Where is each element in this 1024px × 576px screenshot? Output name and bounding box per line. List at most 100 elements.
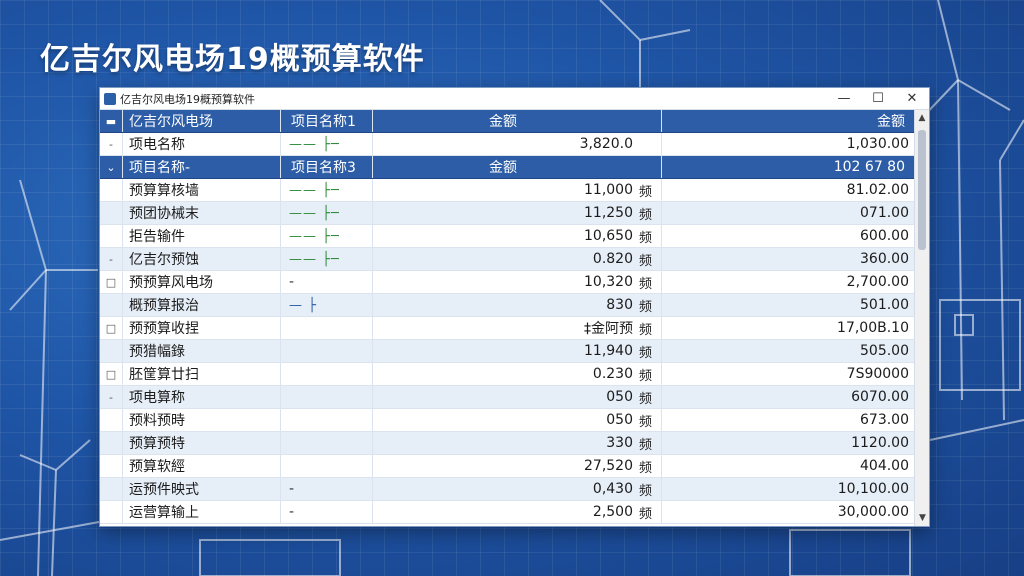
row-name-cell[interactable]: 预料预時 <box>122 409 280 431</box>
table-row[interactable]: 预算软經 27,520 频 404.00 <box>100 455 915 478</box>
row-name-cell[interactable]: 亿吉尔预蚀 <box>122 248 280 270</box>
expand-toggle-icon[interactable] <box>100 294 122 316</box>
row-name-cell[interactable]: 运预件映式 <box>122 478 280 500</box>
app-window: 亿吉尔风电场19概预算软件 — ☐ ✕ ▬ 亿吉尔风电场 项目名称1 金额 金额 - 项电名… <box>99 87 930 527</box>
table-row[interactable]: 拒告输件 —— ├─ 10,650 频 600.00 <box>100 225 915 248</box>
expand-toggle-icon[interactable] <box>100 501 122 523</box>
minimize-button[interactable]: — <box>827 88 861 110</box>
total-amount-cell[interactable]: 673.00 <box>661 409 915 431</box>
table-row[interactable]: □ 预预算收捏 ‡金阿预频 17,00B.10 <box>100 317 915 340</box>
total-amount-cell[interactable]: 金额 <box>661 110 915 132</box>
amount-cell[interactable]: 金额 <box>372 156 637 178</box>
row-name-cell[interactable]: 拒告输件 <box>122 225 280 247</box>
total-amount-cell[interactable]: 17,00B.10 <box>661 317 915 339</box>
table-row[interactable]: 预料预時 050 频 673.00 <box>100 409 915 432</box>
amount-cell[interactable]: 0.820 <box>372 248 637 270</box>
row-name-cell[interactable]: 亿吉尔风电场 <box>122 110 280 132</box>
amount-cell[interactable]: 2,500 <box>372 501 637 523</box>
amount-cell[interactable]: 3,820.0 <box>372 133 637 155</box>
expand-toggle-icon[interactable] <box>100 225 122 247</box>
expand-toggle-icon[interactable]: □ <box>100 363 122 385</box>
row-name-cell[interactable]: 预算预特 <box>122 432 280 454</box>
total-amount-cell[interactable]: 501.00 <box>661 294 915 316</box>
amount-cell[interactable]: 27,520 <box>372 455 637 477</box>
expand-toggle-icon[interactable] <box>100 478 122 500</box>
expand-toggle-icon[interactable]: ⌄ <box>100 156 122 178</box>
group-header-row[interactable]: ▬ 亿吉尔风电场 项目名称1 金额 金额 <box>100 110 915 133</box>
table-row[interactable]: - 项电名称 —— ├─ 3,820.0 1,030.00 <box>100 133 915 156</box>
amount-cell[interactable]: 10,650 <box>372 225 637 247</box>
row-name-cell[interactable]: 项电算称 <box>122 386 280 408</box>
close-button[interactable]: ✕ <box>895 88 929 110</box>
table-row[interactable]: 运营算输上 -2,500 频 30,000.00 <box>100 501 915 524</box>
row-name-cell[interactable]: 预猎幅錄 <box>122 340 280 362</box>
amount-cell[interactable]: 050 <box>372 386 637 408</box>
amount-cell[interactable]: ‡金阿预 <box>372 317 637 339</box>
scrollbar-thumb[interactable] <box>918 130 926 250</box>
row-name-cell[interactable]: 预预算风电场 <box>122 271 280 293</box>
scroll-down-icon[interactable]: ▼ <box>915 510 930 526</box>
expand-toggle-icon[interactable] <box>100 179 122 201</box>
amount-cell[interactable]: 0.230 <box>372 363 637 385</box>
row-name-cell[interactable]: 项目名称- <box>122 156 280 178</box>
row-name-cell[interactable]: 项电名称 <box>122 133 280 155</box>
expand-toggle-icon[interactable] <box>100 202 122 224</box>
table-row[interactable]: - 项电算称 050 频 6070.00 <box>100 386 915 409</box>
expand-toggle-icon[interactable] <box>100 432 122 454</box>
row-indicator-cell <box>280 409 372 431</box>
total-amount-cell[interactable]: 505.00 <box>661 340 915 362</box>
expand-toggle-icon[interactable]: - <box>100 386 122 408</box>
total-amount-cell[interactable]: 360.00 <box>661 248 915 270</box>
total-amount-cell[interactable]: 81.02.00 <box>661 179 915 201</box>
amount-cell[interactable]: 11,940 <box>372 340 637 362</box>
table-row[interactable]: 概预算报治 — ├ 830 频 501.00 <box>100 294 915 317</box>
total-amount-cell[interactable]: 10,100.00 <box>661 478 915 500</box>
table-row[interactable]: □ 预预算风电场 -10,320 频 2,700.00 <box>100 271 915 294</box>
total-amount-cell[interactable]: 7S90000 <box>661 363 915 385</box>
expand-toggle-icon[interactable]: □ <box>100 271 122 293</box>
row-name-cell[interactable]: 预预算收捏 <box>122 317 280 339</box>
total-amount-cell[interactable]: 102 67 80 <box>661 156 915 178</box>
maximize-button[interactable]: ☐ <box>861 88 895 110</box>
total-amount-cell[interactable]: 6070.00 <box>661 386 915 408</box>
scroll-up-icon[interactable]: ▲ <box>915 110 929 126</box>
expand-toggle-icon[interactable] <box>100 409 122 431</box>
table-row[interactable]: 预算预特 330 频 1120.00 <box>100 432 915 455</box>
amount-cell[interactable]: 830 <box>372 294 637 316</box>
amount-cell[interactable]: 10,320 <box>372 271 637 293</box>
total-amount-cell[interactable]: 1,030.00 <box>661 133 915 155</box>
table-row[interactable]: 预猎幅錄 11,940 频 505.00 <box>100 340 915 363</box>
row-name-cell[interactable]: 预算软經 <box>122 455 280 477</box>
total-amount-cell[interactable]: 2,700.00 <box>661 271 915 293</box>
expand-toggle-icon[interactable]: - <box>100 248 122 270</box>
table-row[interactable]: □ 胚筐算廿扫 0.230 频 7S90000 <box>100 363 915 386</box>
row-name-cell[interactable]: 运营算输上 <box>122 501 280 523</box>
expand-toggle-icon[interactable]: ▬ <box>100 110 122 132</box>
expand-toggle-icon[interactable]: - <box>100 133 122 155</box>
total-amount-cell[interactable]: 1120.00 <box>661 432 915 454</box>
amount-cell[interactable]: 330 <box>372 432 637 454</box>
expand-toggle-icon[interactable] <box>100 340 122 362</box>
table-row[interactable]: - 亿吉尔预蚀 —— ├─ 0.820 频 360.00 <box>100 248 915 271</box>
total-amount-cell[interactable]: 600.00 <box>661 225 915 247</box>
amount-cell[interactable]: 金额 <box>372 110 637 132</box>
total-amount-cell[interactable]: 071.00 <box>661 202 915 224</box>
row-name-cell[interactable]: 预团协械末 <box>122 202 280 224</box>
group-header-row[interactable]: ⌄ 项目名称- 项目名称3 金额 102 67 80 <box>100 156 915 179</box>
row-name-cell[interactable]: 胚筐算廿扫 <box>122 363 280 385</box>
unit-cell <box>637 156 661 178</box>
table-row[interactable]: 预算算核墙 —— ├─ 11,000 频 81.02.00 <box>100 179 915 202</box>
amount-cell[interactable]: 0,430 <box>372 478 637 500</box>
expand-toggle-icon[interactable] <box>100 455 122 477</box>
row-name-cell[interactable]: 预算算核墙 <box>122 179 280 201</box>
total-amount-cell[interactable]: 404.00 <box>661 455 915 477</box>
total-amount-cell[interactable]: 30,000.00 <box>661 501 915 523</box>
amount-cell[interactable]: 11,000 <box>372 179 637 201</box>
vertical-scrollbar[interactable]: ▲ ▼ <box>914 110 929 526</box>
amount-cell[interactable]: 11,250 <box>372 202 637 224</box>
table-row[interactable]: 预团协械末 —— ├─ 11,250 频 071.00 <box>100 202 915 225</box>
row-name-cell[interactable]: 概预算报治 <box>122 294 280 316</box>
expand-toggle-icon[interactable]: □ <box>100 317 122 339</box>
amount-cell[interactable]: 050 <box>372 409 637 431</box>
table-row[interactable]: 运预件映式 -0,430 频 10,100.00 <box>100 478 915 501</box>
